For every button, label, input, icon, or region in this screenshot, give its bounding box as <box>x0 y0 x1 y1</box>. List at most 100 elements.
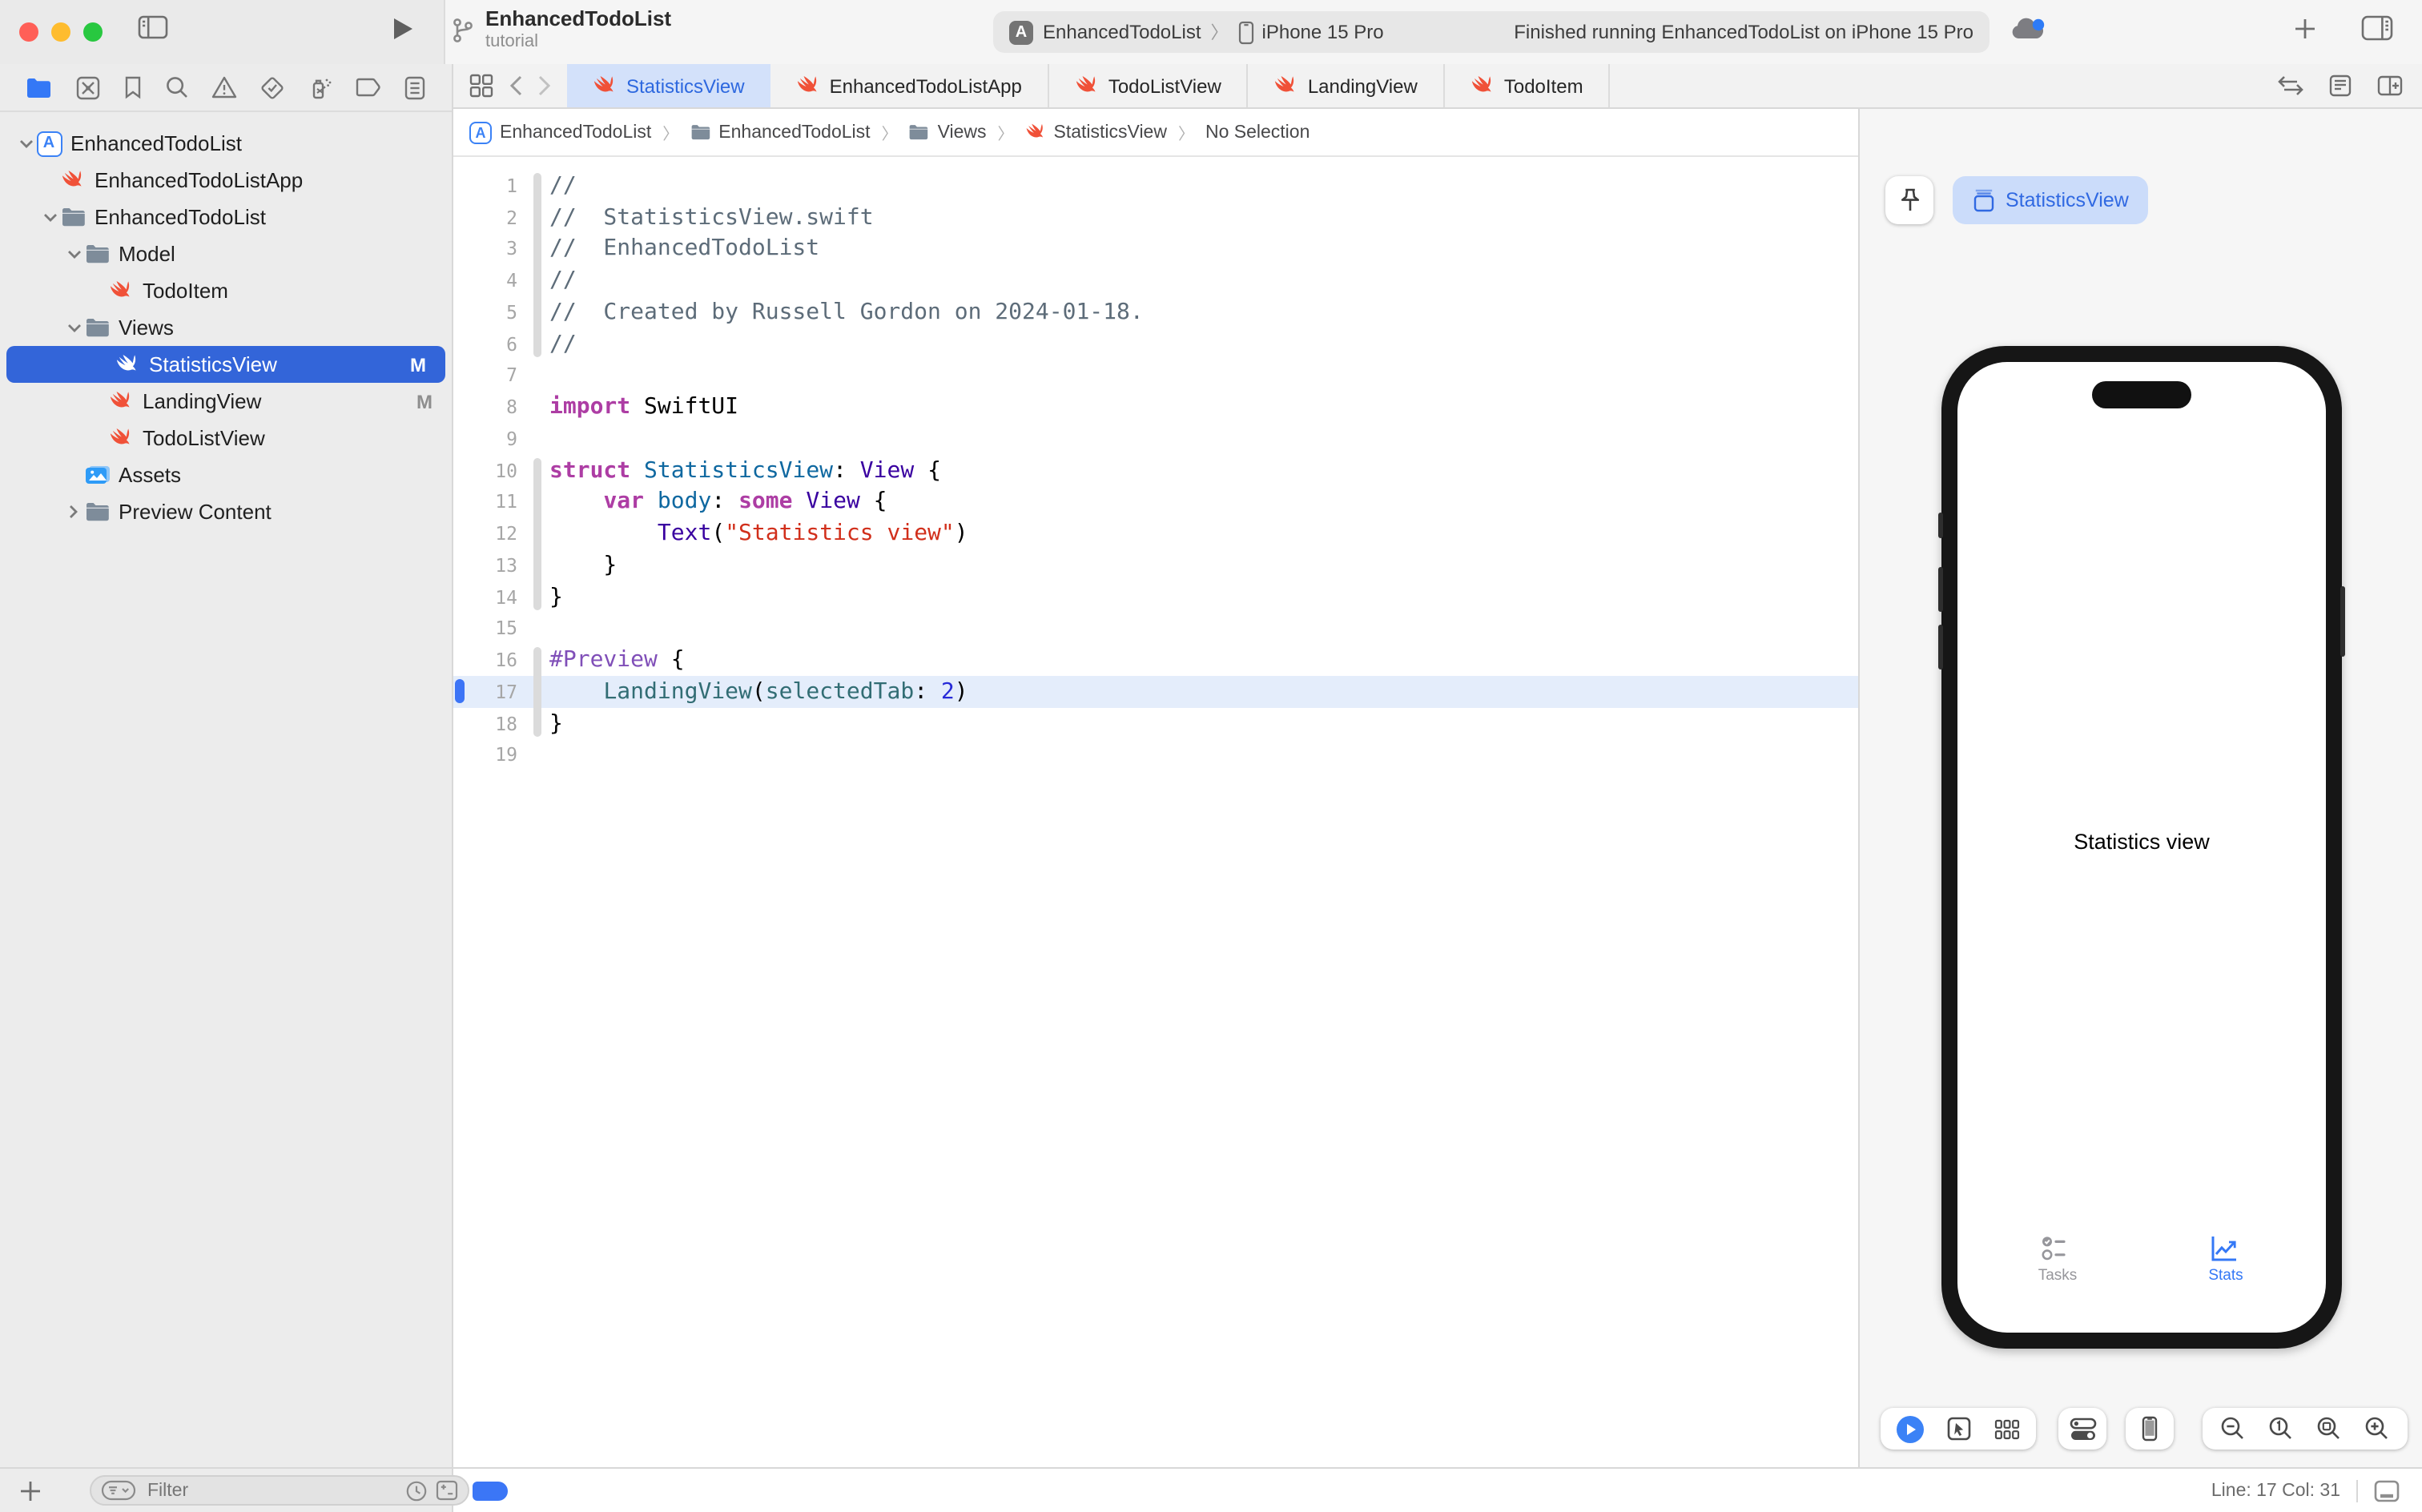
tree-item-todolistview[interactable]: TodoListView <box>0 420 452 456</box>
tab-landingview[interactable]: LandingView <box>1249 64 1445 107</box>
tree-item-enhancedtodolist[interactable]: AEnhancedTodoList <box>0 125 452 162</box>
add-editor-icon[interactable] <box>2377 75 2403 96</box>
code-line-12[interactable]: 12 Text("Statistics view") <box>453 518 1858 550</box>
tree-item-landingview[interactable]: LandingViewM <box>0 383 452 420</box>
code-text: } <box>549 584 563 609</box>
code-line-14[interactable]: 14} <box>453 581 1858 613</box>
tree-item-todoitem[interactable]: TodoItem <box>0 272 452 309</box>
tree-item-assets[interactable]: Assets <box>0 456 452 493</box>
zoom-out-button[interactable] <box>2209 1416 2257 1442</box>
live-preview-button[interactable] <box>1885 1415 1935 1442</box>
recent-files-icon[interactable] <box>405 1479 428 1502</box>
tree-item-preview-content[interactable]: Preview Content <box>0 493 452 530</box>
breadcrumb-views[interactable]: Views <box>909 122 987 143</box>
preview-target-label: StatisticsView <box>2006 189 2129 211</box>
go-back-icon[interactable] <box>509 75 522 96</box>
code-line-10[interactable]: 10struct StatisticsView: View { <box>453 455 1858 487</box>
nav-vcs-icon[interactable] <box>75 74 101 100</box>
nav-warning-icon[interactable] <box>211 75 237 99</box>
zoom-in-button[interactable] <box>2353 1416 2401 1442</box>
zoom-window-button[interactable] <box>83 22 103 42</box>
code-review-icon[interactable] <box>2278 75 2303 96</box>
cloud-sync-indicator[interactable] <box>2009 16 2047 43</box>
preview-target-chip[interactable]: StatisticsView <box>1953 176 2148 224</box>
breadcrumb-enhancedtodolist[interactable]: EnhancedTodoList <box>690 122 870 143</box>
filter-input[interactable] <box>144 1479 397 1502</box>
swift-icon <box>1025 120 1046 144</box>
code-line-19[interactable]: 19 <box>453 739 1858 771</box>
chevron-down-icon[interactable] <box>16 139 35 148</box>
code-text: var body: some View { <box>549 489 887 515</box>
nav-folder-icon[interactable] <box>26 76 53 99</box>
tab-enhancedtodolistapp[interactable]: EnhancedTodoListApp <box>770 64 1049 107</box>
toggle-inspector-button[interactable] <box>2361 14 2393 42</box>
code-line-5[interactable]: 5// Created by Russell Gordon on 2024-01… <box>453 296 1858 328</box>
bottom-bar-toggle-icon[interactable] <box>2374 1479 2400 1502</box>
code-line-6[interactable]: 6// <box>453 328 1858 360</box>
tree-item-model[interactable]: Model <box>0 235 452 272</box>
chevron-down-icon[interactable] <box>64 323 83 332</box>
new-tab-button[interactable] <box>2294 18 2316 40</box>
code-line-9[interactable]: 9 <box>453 423 1858 455</box>
statistics-view-text: Statistics view <box>1957 830 2326 854</box>
variants-mode-button[interactable] <box>1983 1418 2031 1439</box>
add-file-icon[interactable] <box>19 1479 42 1502</box>
line-col-indicator[interactable]: Line: 17 Col: 31 <box>2211 1481 2340 1500</box>
chevron-down-icon[interactable] <box>64 249 83 259</box>
tree-item-views[interactable]: Views <box>0 309 452 346</box>
code-line-1[interactable]: 1// <box>453 170 1858 202</box>
close-window-button[interactable] <box>19 22 38 42</box>
device-picker-button[interactable] <box>2126 1408 2174 1450</box>
activity-status-bar[interactable]: A EnhancedTodoList 〉 iPhone 15 Pro Finis… <box>993 11 1990 53</box>
nav-report-icon[interactable] <box>404 74 426 100</box>
minimize-window-button[interactable] <box>51 22 70 42</box>
code-line-11[interactable]: 11 var body: some View { <box>453 486 1858 518</box>
tab-todoitem[interactable]: TodoItem <box>1445 64 1611 107</box>
nav-debug-icon[interactable] <box>308 74 333 100</box>
pin-preview-button[interactable] <box>1885 176 1933 224</box>
code-line-3[interactable]: 3// EnhancedTodoList <box>453 233 1858 265</box>
code-line-2[interactable]: 2// StatisticsView.swift <box>453 202 1858 234</box>
selectable-mode-button[interactable] <box>1935 1416 1983 1442</box>
chevron-right-icon[interactable] <box>64 505 83 519</box>
code-line-15[interactable]: 15 <box>453 613 1858 645</box>
related-items-icon[interactable] <box>469 74 493 98</box>
nav-search-icon[interactable] <box>165 75 189 99</box>
nav-bookmark-icon[interactable] <box>123 75 143 99</box>
code-line-17[interactable]: 17 LandingView(selectedTab: 2) <box>453 676 1858 708</box>
zoom-fit-button[interactable] <box>2305 1416 2353 1442</box>
tasks-tab-icon <box>2040 1235 2075 1262</box>
phone-tab-tasks[interactable]: Tasks <box>1973 1235 2142 1285</box>
breadcrumb-no-selection[interactable]: No Selection <box>1205 123 1310 142</box>
source-editor[interactable]: 1//2// StatisticsView.swift3// EnhancedT… <box>453 157 1858 1467</box>
nav-test-icon[interactable] <box>260 74 285 100</box>
breadcrumb-statisticsview[interactable]: StatisticsView <box>1025 120 1167 144</box>
tree-item-enhancedtodolistapp[interactable]: EnhancedTodoListApp <box>0 162 452 199</box>
change-bar-gutter <box>530 739 549 771</box>
run-button[interactable] <box>391 16 415 42</box>
preview-screen[interactable]: Statistics view TasksStats <box>1957 362 2326 1333</box>
device-settings-button[interactable] <box>2058 1408 2106 1450</box>
status-device[interactable]: iPhone 15 Pro <box>1262 21 1384 43</box>
code-line-18[interactable]: 18} <box>453 708 1858 740</box>
code-line-13[interactable]: 13 } <box>453 549 1858 581</box>
code-line-16[interactable]: 16#Preview { <box>453 645 1858 677</box>
zoom-100-button[interactable] <box>2257 1416 2305 1442</box>
tree-item-enhancedtodolist[interactable]: EnhancedTodoList <box>0 199 452 235</box>
chevron-down-icon[interactable] <box>40 212 59 222</box>
tab-todolistview[interactable]: TodoListView <box>1049 64 1249 107</box>
go-forward-icon[interactable] <box>538 75 551 96</box>
code-line-8[interactable]: 8import SwiftUI <box>453 392 1858 424</box>
breadcrumb-enhancedtodolist[interactable]: AEnhancedTodoList <box>469 121 651 143</box>
filter-field[interactable] <box>90 1475 469 1506</box>
code-line-4[interactable]: 4// <box>453 265 1858 297</box>
toggle-left-sidebar-icon[interactable] <box>138 14 168 40</box>
tree-item-label: Assets <box>119 463 181 487</box>
nav-breakpoint-icon[interactable] <box>356 77 381 98</box>
phone-tab-stats[interactable]: Stats <box>2142 1235 2310 1285</box>
adjust-editor-options-icon[interactable] <box>2329 74 2352 98</box>
tab-statisticsview[interactable]: StatisticsView <box>567 64 770 107</box>
filter-options-icon[interactable] <box>101 1480 136 1501</box>
code-line-7[interactable]: 7 <box>453 360 1858 392</box>
tree-item-statisticsview[interactable]: StatisticsViewM <box>6 346 445 383</box>
